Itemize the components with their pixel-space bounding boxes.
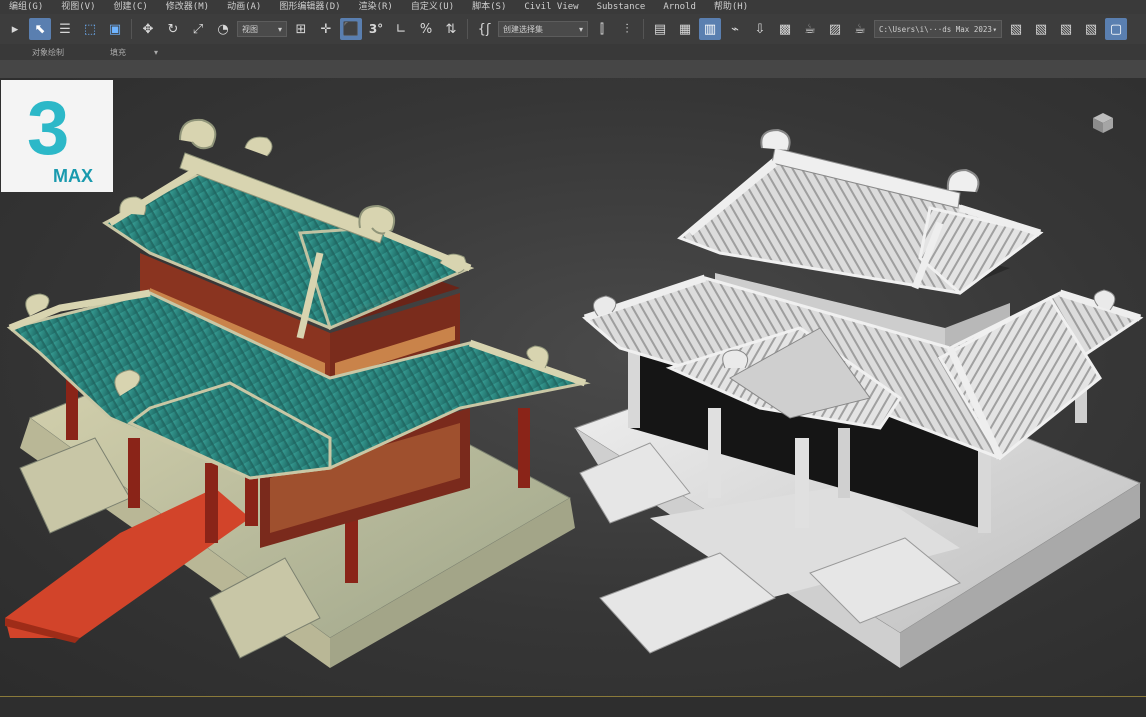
project-path-text: C:\Users\i\···ds Max 2023 <box>879 24 992 34</box>
menu-item[interactable]: 脚本(S) <box>463 0 515 14</box>
project-settings-icon[interactable]: ▧ <box>1080 18 1102 40</box>
menu-item[interactable]: 帮助(H) <box>705 0 757 14</box>
save-project-icon[interactable]: ▧ <box>1055 18 1077 40</box>
view-dropdown-label: 视图 <box>242 24 258 34</box>
select-object-icon[interactable]: ⬉ <box>29 18 51 40</box>
move-icon[interactable]: ✥ <box>137 18 159 40</box>
untextured-temple-model[interactable] <box>573 128 1144 668</box>
ribbon-panel-strip <box>0 60 1146 79</box>
rectangular-selection-icon[interactable]: ⬚ <box>79 18 101 40</box>
scale-icon[interactable]: ⤢ <box>187 18 209 40</box>
ribbon-options-icon[interactable]: ▾ <box>154 48 158 57</box>
ribbon-tab-fill[interactable]: 填充 <box>110 47 126 58</box>
menu-item[interactable]: Civil View <box>515 0 587 14</box>
open-project-icon[interactable]: ▧ <box>1030 18 1052 40</box>
separator <box>131 19 132 39</box>
viewport-scene <box>5 118 1144 668</box>
percent-snap-icon[interactable]: % <box>415 18 437 40</box>
menu-item[interactable]: 渲染(R) <box>350 0 402 14</box>
menu-bar: 编组(G) 视图(V) 创建(C) 修改器(M) 动画(A) 图形编辑器(D) 渲染(R) 自… <box>0 0 1146 14</box>
textured-temple-model[interactable] <box>5 118 591 668</box>
undo-icon[interactable]: ▸ <box>4 18 26 40</box>
render-production-icon[interactable]: ☕ <box>849 18 871 40</box>
scene-explorer-icon[interactable]: ▤ <box>649 18 671 40</box>
menu-item[interactable]: 视图(V) <box>52 0 104 14</box>
menu-item[interactable]: 动画(A) <box>218 0 270 14</box>
workspace-icon[interactable]: ▢ <box>1105 18 1127 40</box>
spinner-snap-icon[interactable]: ⇅ <box>440 18 462 40</box>
ribbon-tab-object-paint[interactable]: 对象绘制 <box>32 47 64 58</box>
snap-toggle-icon[interactable]: 3° <box>365 18 387 40</box>
menu-item[interactable]: 创建(C) <box>105 0 157 14</box>
pivot-icon[interactable]: ⊞ <box>290 18 312 40</box>
ribbon-bar: 对象绘制 填充 ▾ <box>0 44 1146 60</box>
project-path-field[interactable]: C:\Users\i\···ds Max 2023 ▾ <box>874 20 1002 38</box>
perspective-viewport[interactable] <box>0 78 1146 696</box>
project-folder-icon[interactable]: ▧ <box>1005 18 1027 40</box>
select-manipulate-icon[interactable]: ✛ <box>315 18 337 40</box>
chevron-down-icon: ▾ <box>578 24 583 34</box>
window-crossing-icon[interactable]: ▣ <box>104 18 126 40</box>
menu-item[interactable]: 编组(G) <box>0 0 52 14</box>
rotate-icon[interactable]: ↻ <box>162 18 184 40</box>
reference-coordinate-dropdown[interactable]: 视图 ▾ <box>237 21 287 37</box>
menu-item[interactable]: Substance <box>588 0 655 14</box>
material-editor-icon[interactable]: ▩ <box>774 18 796 40</box>
named-selection-dropdown[interactable]: 创建选择集 ▾ <box>498 21 588 37</box>
toggle-ribbon-icon[interactable]: ▥ <box>699 18 721 40</box>
3ds-max-logo: 3 MAX <box>1 80 113 192</box>
select-by-name-icon[interactable]: ☰ <box>54 18 76 40</box>
align-icon[interactable]: ⫶ <box>616 18 638 40</box>
angle-snap-label: 3° <box>368 22 384 36</box>
selection-set-label: 创建选择集 <box>503 24 543 34</box>
render-setup-icon[interactable]: ☕ <box>799 18 821 40</box>
separator <box>467 19 468 39</box>
placement-icon[interactable]: ◔ <box>212 18 234 40</box>
edit-named-selection-icon[interactable]: {ʃ <box>473 18 495 40</box>
menu-item[interactable]: Arnold <box>654 0 705 14</box>
chevron-down-icon: ▾ <box>277 24 282 34</box>
viewcube-icon[interactable] <box>1090 110 1116 136</box>
menu-item[interactable]: 修改器(M) <box>157 0 218 14</box>
keyboard-shortcut-icon[interactable]: ⬛ <box>340 18 362 40</box>
menu-item[interactable]: 自定义(U) <box>402 0 463 14</box>
separator <box>643 19 644 39</box>
main-toolbar: ▸ ⬉ ☰ ⬚ ▣ ✥ ↻ ⤢ ◔ 视图 ▾ ⊞ ✛ ⬛ 3° ∟ % ⇅ {ʃ … <box>0 14 1146 44</box>
logo-text: MAX <box>53 166 93 186</box>
layer-explorer-icon[interactable]: ▦ <box>674 18 696 40</box>
rendered-frame-icon[interactable]: ▨ <box>824 18 846 40</box>
menu-item[interactable]: 图形编辑器(D) <box>270 0 349 14</box>
logo-number: 3 <box>27 86 70 171</box>
mirror-icon[interactable]: ⫿ <box>591 18 613 40</box>
angle-snap-icon[interactable]: ∟ <box>390 18 412 40</box>
schematic-view-icon[interactable]: ⇩ <box>749 18 771 40</box>
chevron-down-icon: ▾ <box>992 24 997 34</box>
timeline-strip[interactable] <box>0 696 1146 717</box>
curve-editor-icon[interactable]: ⌁ <box>724 18 746 40</box>
